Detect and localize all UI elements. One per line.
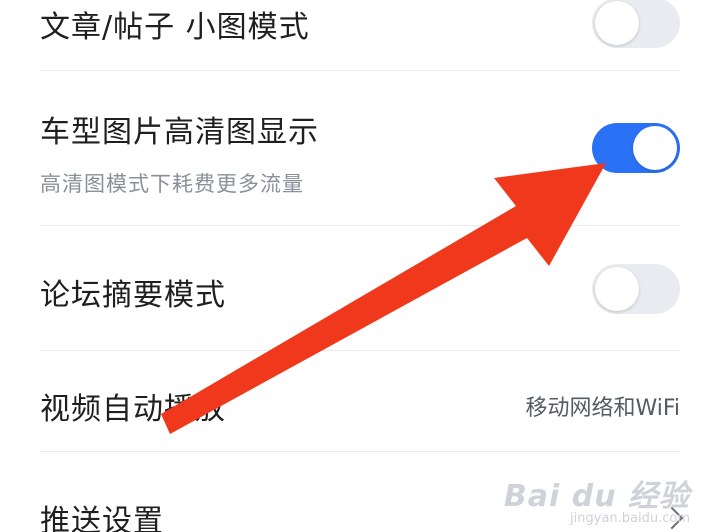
toggle-forum-summary[interactable]	[592, 264, 680, 314]
setting-label-video-autoplay: 视频自动播放	[40, 392, 226, 427]
toggle-knob	[595, 267, 639, 311]
toggle-knob	[633, 126, 677, 170]
setting-label-push-settings: 推送设置	[40, 504, 164, 532]
toggle-knob	[595, 1, 639, 45]
setting-label-forum-summary: 论坛摘要模式	[40, 278, 226, 313]
setting-value-video-autoplay: 移动网络和WiFi	[525, 396, 680, 421]
baidu-jingyan-watermark: Bai du 经验 jingyan.baidu.com	[504, 471, 690, 526]
watermark-brand: Bai du 经验	[503, 479, 690, 514]
toggle-hd-car-images[interactable]	[592, 123, 680, 173]
setting-label-small-image-mode: 文章/帖子 小图模式	[40, 10, 310, 45]
setting-label-hd-car-images: 车型图片高清图显示	[40, 115, 319, 150]
setting-row-video-autoplay[interactable]: 视频自动播放 移动网络和WiFi	[40, 351, 680, 451]
settings-screen: 文章/帖子 小图模式 车型图片高清图显示 高清图模式下耗费更多流量 论坛摘要模式…	[0, 0, 720, 532]
setting-row-forum-summary[interactable]: 论坛摘要模式	[40, 226, 680, 350]
setting-row-small-image-mode[interactable]: 文章/帖子 小图模式	[40, 0, 680, 70]
setting-row-hd-car-images[interactable]: 车型图片高清图显示 高清图模式下耗费更多流量	[40, 71, 680, 225]
toggle-small-image-mode[interactable]	[592, 0, 680, 48]
setting-subtitle-hd-car-images: 高清图模式下耗费更多流量	[40, 172, 304, 196]
